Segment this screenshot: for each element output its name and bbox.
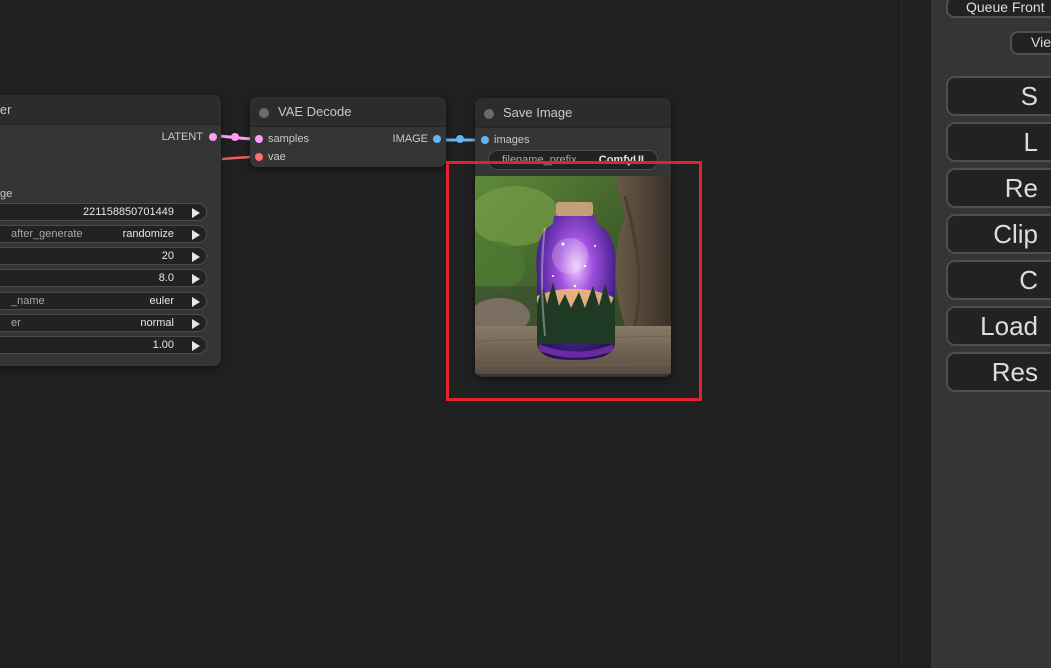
ksampler-node[interactable]: ler LATENT ge 221158850701449 after_gene…: [0, 95, 221, 366]
denoise-widget-value: 1.00: [152, 339, 174, 351]
sampler-name-label: _name: [11, 295, 45, 307]
refresh-button[interactable]: Re: [946, 168, 1051, 208]
image-link-midpoint: [456, 135, 464, 143]
scheduler-widget[interactable]: er normal: [0, 314, 207, 332]
ksampler-latent-output-slot[interactable]: [209, 133, 217, 141]
ksampler-section-label: ge: [0, 188, 13, 200]
vae-decode-node[interactable]: VAE Decode samples vae IMAGE: [250, 97, 446, 167]
node-collapse-dot-icon[interactable]: [484, 109, 494, 119]
vae-input-label: vae: [268, 151, 286, 163]
clipspace-button-label: Clip: [993, 219, 1038, 249]
cfg-widget[interactable]: 8.0: [0, 269, 207, 287]
queue-front-label: Queue Front: [966, 0, 1045, 15]
control-after-generate-widget[interactable]: after_generate randomize: [0, 225, 207, 243]
sampler-name-value: euler: [149, 295, 174, 307]
queue-front-button[interactable]: Queue Front: [946, 0, 1051, 18]
image-output-slot[interactable]: [433, 135, 441, 143]
refresh-button-label: Re: [1004, 173, 1038, 203]
steps-widget[interactable]: 20: [0, 247, 207, 265]
sampler-name-widget[interactable]: _name euler: [0, 292, 207, 310]
seed-widget[interactable]: 221158850701449: [0, 203, 207, 221]
load-default-button-label: Load: [980, 311, 1038, 341]
reset-view-button-label: Res: [991, 357, 1038, 387]
save-image-title: Save Image: [503, 105, 573, 120]
load-default-button[interactable]: Load: [946, 306, 1051, 346]
clear-button[interactable]: C: [946, 260, 1051, 300]
vae-decode-title: VAE Decode: [278, 104, 352, 119]
cfg-widget-value: 8.0: [158, 272, 174, 284]
ksampler-latent-output-label: LATENT: [161, 131, 203, 143]
increment-arrow-icon[interactable]: [192, 252, 200, 262]
vae-decode-title-bar[interactable]: VAE Decode: [250, 97, 446, 127]
scheduler-value: normal: [140, 317, 174, 329]
ksampler-title: ler: [0, 102, 12, 117]
clipspace-button[interactable]: Clip: [946, 214, 1051, 254]
clear-button-label: C: [1019, 265, 1038, 295]
increment-arrow-icon[interactable]: [192, 341, 200, 351]
increment-arrow-icon[interactable]: [192, 297, 200, 307]
images-input-label: images: [494, 134, 530, 146]
denoise-widget[interactable]: 1.00: [0, 336, 207, 354]
reset-view-button[interactable]: Res: [946, 352, 1051, 392]
load-button[interactable]: L: [946, 122, 1051, 162]
view-button[interactable]: Vie: [1010, 31, 1051, 55]
ksampler-title-bar[interactable]: ler: [0, 95, 221, 125]
graph-canvas[interactable]: ler LATENT ge 221158850701449 after_gene…: [0, 0, 1051, 668]
image-output-label: IMAGE: [392, 133, 428, 145]
increment-arrow-icon[interactable]: [192, 319, 200, 329]
increment-arrow-icon[interactable]: [192, 208, 200, 218]
steps-widget-value: 20: [161, 250, 174, 262]
images-input-slot[interactable]: [481, 136, 489, 144]
save-button[interactable]: S: [946, 76, 1051, 116]
save-image-title-bar[interactable]: Save Image: [475, 98, 671, 128]
increment-arrow-icon[interactable]: [192, 274, 200, 284]
seed-widget-value: 221158850701449: [83, 206, 174, 218]
samples-input-slot[interactable]: [255, 135, 263, 143]
scheduler-label: er: [11, 317, 21, 329]
image-highlight-box: [446, 161, 702, 401]
node-collapse-dot-icon[interactable]: [259, 108, 269, 118]
control-after-generate-value: randomize: [122, 228, 174, 240]
view-label: Vie: [1031, 34, 1051, 50]
control-after-generate-label: after_generate: [11, 228, 83, 240]
save-button-label: S: [1020, 81, 1038, 111]
increment-arrow-icon[interactable]: [192, 230, 200, 240]
latent-link-midpoint: [231, 133, 239, 141]
vae-input-slot[interactable]: [255, 153, 263, 161]
load-button-label: L: [1023, 127, 1038, 157]
samples-input-label: samples: [268, 133, 309, 145]
